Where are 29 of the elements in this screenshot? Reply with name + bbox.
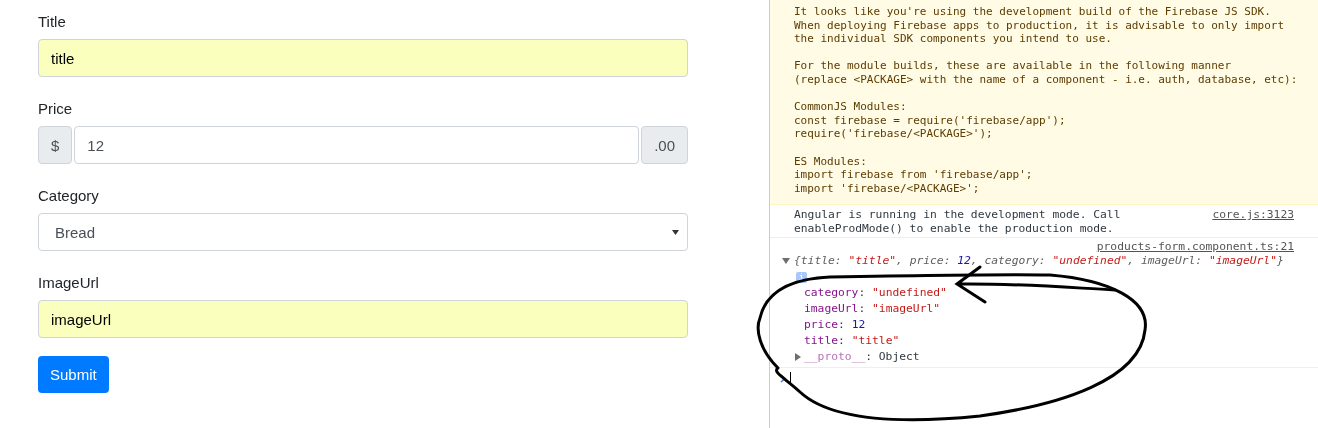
source-link[interactable]: core.js:3123: [1212, 208, 1294, 222]
field-label: Category: [38, 187, 99, 204]
decimal-addon: .00: [641, 126, 688, 164]
field-label: ImageUrl: [38, 274, 99, 291]
object-summary: {title: "title", price: 12, category: "undefined", imageUrl: "imageUrl"}: [794, 253, 1284, 270]
prompt-chevron-icon: [780, 374, 786, 384]
text-field[interactable]: imageUrl: [38, 300, 688, 338]
object-property: price: 12: [803, 317, 866, 334]
text-field[interactable]: title: [38, 39, 688, 77]
object-property: imageUrl: "imageUrl": [803, 301, 941, 318]
field-label: Title: [38, 13, 66, 30]
info-badge: i: [796, 272, 807, 284]
price-field[interactable]: 12: [74, 126, 640, 164]
warning-message: For the module builds, these are available in the following manner (replace <PACKAGE> with the name of a component - i.e. auth, database, etc):: [794, 59, 1298, 87]
warning-message: CommonJS Modules: const firebase = require('firebase/app'); require('firebase/<PACKAGE>');: [794, 100, 1066, 141]
warning-message: It looks like you're using the development build of the Firebase JS SDK. When deploying Firebase apps to production, it is advisable to only import the individual SDK components you intend to use.: [794, 5, 1285, 46]
source-link[interactable]: products-form.component.ts:21: [1096, 241, 1294, 254]
expanded-triangle-icon[interactable]: [782, 258, 790, 265]
category-select[interactable]: Bread: [38, 213, 688, 251]
object-property: category: "undefined": [803, 285, 947, 302]
warning-message: ES Modules: import firebase from 'firebase/app'; import 'firebase/<PACKAGE>';: [794, 154, 1033, 196]
log-message: Angular is running in the development mode. Call enableProdMode() to enable the production mode.: [794, 208, 1121, 236]
collapsed-triangle-icon[interactable]: [795, 353, 801, 362]
prototype-property: __proto__: Object: [804, 349, 920, 366]
currency-addon: $: [38, 126, 73, 164]
submit-button[interactable]: Submit: [38, 356, 109, 393]
field-label: Price: [38, 100, 73, 117]
dropdown-caret-icon: [672, 229, 679, 235]
object-property: title: "title": [803, 333, 900, 350]
